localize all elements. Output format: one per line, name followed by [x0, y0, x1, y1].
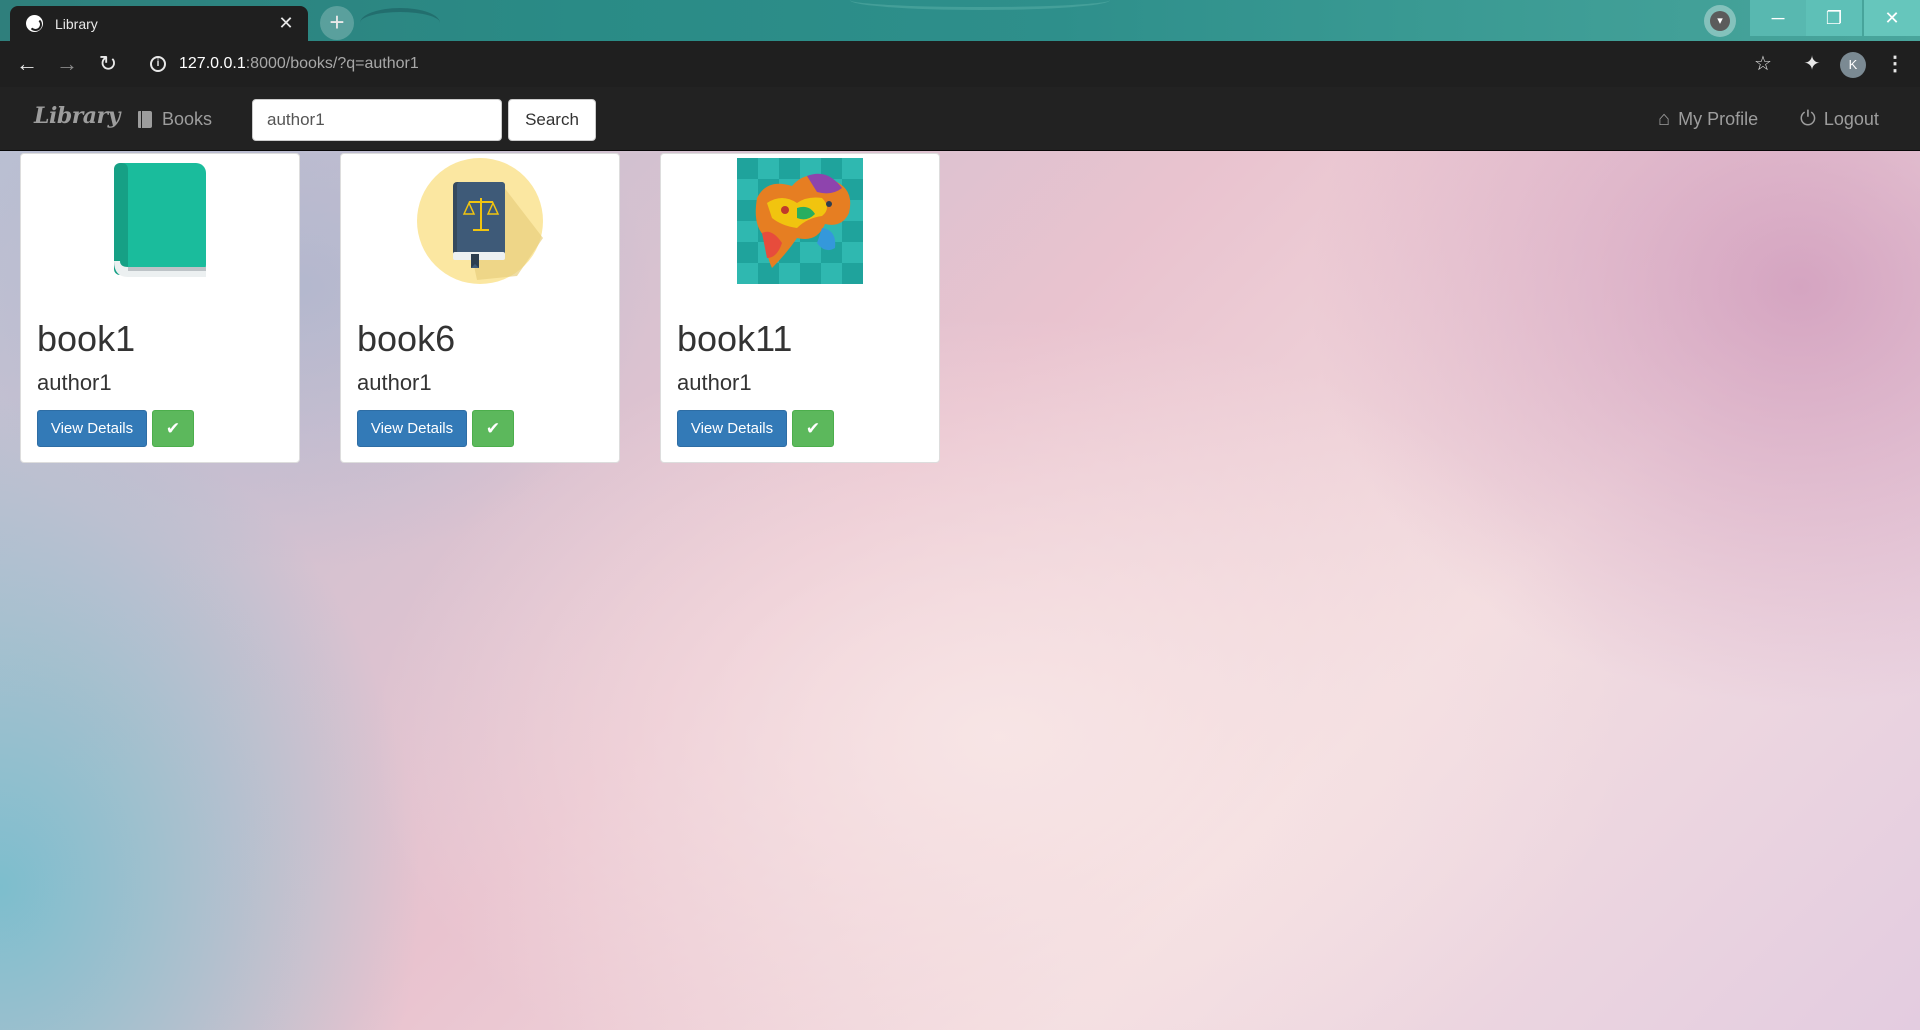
url-field[interactable]: i 127.0.0.1 :8000/books/?q=author1 [140, 47, 1740, 81]
forward-arrow-icon[interactable]: → [49, 41, 85, 87]
tab-close-icon[interactable]: ✕ [276, 13, 296, 34]
nav-books-link[interactable]: Books [138, 87, 212, 151]
browser-titlebar: Library ✕ + ▾ ─ ❐ ✕ [0, 0, 1920, 41]
nav-books-label: Books [162, 108, 213, 129]
book-icon [138, 110, 152, 128]
bookmark-star-icon[interactable]: ☆ [1748, 41, 1778, 87]
profile-avatar[interactable]: K [1840, 52, 1866, 78]
book-author: author1 [357, 370, 432, 395]
media-control-button[interactable]: ▾ [1704, 5, 1736, 37]
book-author: author1 [677, 370, 752, 395]
maximize-button[interactable]: ❐ [1806, 0, 1862, 36]
law-book-icon [417, 158, 543, 284]
url-path: :8000/books/?q=author1 [245, 55, 419, 72]
titlebar-decoration [850, 0, 1110, 10]
home-icon: ⌂ [1658, 107, 1671, 130]
site-navbar: Library Books Search ⌂ My Profile ⏻ Logo… [0, 87, 1920, 151]
brand-logo[interactable]: Library [34, 103, 120, 129]
globe-icon [26, 15, 43, 32]
checkmark-button[interactable]: ✔ [792, 410, 834, 447]
tab-title: Library [55, 15, 98, 32]
reload-icon[interactable]: ↻ [90, 41, 126, 87]
view-details-button[interactable]: View Details [37, 410, 147, 447]
browser-tab[interactable]: Library ✕ [10, 6, 308, 41]
nav-my-profile-label: My Profile [1678, 108, 1759, 129]
checkmark-button[interactable]: ✔ [472, 410, 514, 447]
nav-my-profile-link[interactable]: ⌂ My Profile [1658, 87, 1758, 151]
book-title: book6 [357, 318, 456, 359]
book-cover-image [21, 158, 299, 284]
search-button[interactable]: Search [508, 99, 596, 141]
book-card: book6 author1 View Details ✔ [340, 153, 620, 463]
search-input[interactable] [252, 99, 502, 141]
titlebar-decoration [360, 8, 440, 38]
extensions-puzzle-icon[interactable]: ✦ [1797, 41, 1827, 87]
teal-book-icon [114, 163, 206, 277]
chevron-down-icon: ▾ [1710, 11, 1730, 31]
kebab-menu-icon[interactable]: ⋮ [1880, 41, 1910, 87]
view-details-button[interactable]: View Details [357, 410, 467, 447]
url-host: 127.0.0.1 [179, 55, 246, 72]
back-arrow-icon[interactable]: ← [9, 41, 45, 87]
new-tab-button[interactable]: + [320, 6, 354, 40]
info-icon[interactable]: i [150, 56, 166, 72]
book-cover-image [341, 158, 619, 284]
checkmark-button[interactable]: ✔ [152, 410, 194, 447]
address-bar: ← → ↻ i 127.0.0.1 :8000/books/?q=author1… [0, 41, 1920, 87]
close-window-button[interactable]: ✕ [1864, 0, 1920, 36]
nav-logout-label: Logout [1823, 108, 1879, 129]
nav-logout-link[interactable]: ⏻ Logout [1800, 87, 1879, 151]
book-title: book1 [37, 318, 136, 359]
book-author: author1 [37, 370, 112, 395]
book-card: book11 author1 View Details ✔ [660, 153, 940, 463]
colorful-map-image [737, 158, 863, 284]
book-title: book11 [677, 318, 793, 359]
page-content: Library Books Search ⌂ My Profile ⏻ Logo… [0, 87, 1920, 1030]
book-card: book1 author1 View Details ✔ [20, 153, 300, 463]
view-details-button[interactable]: View Details [677, 410, 787, 447]
book-cover-image [661, 158, 939, 284]
power-icon: ⏻ [1800, 107, 1816, 130]
minimize-button[interactable]: ─ [1750, 0, 1806, 36]
